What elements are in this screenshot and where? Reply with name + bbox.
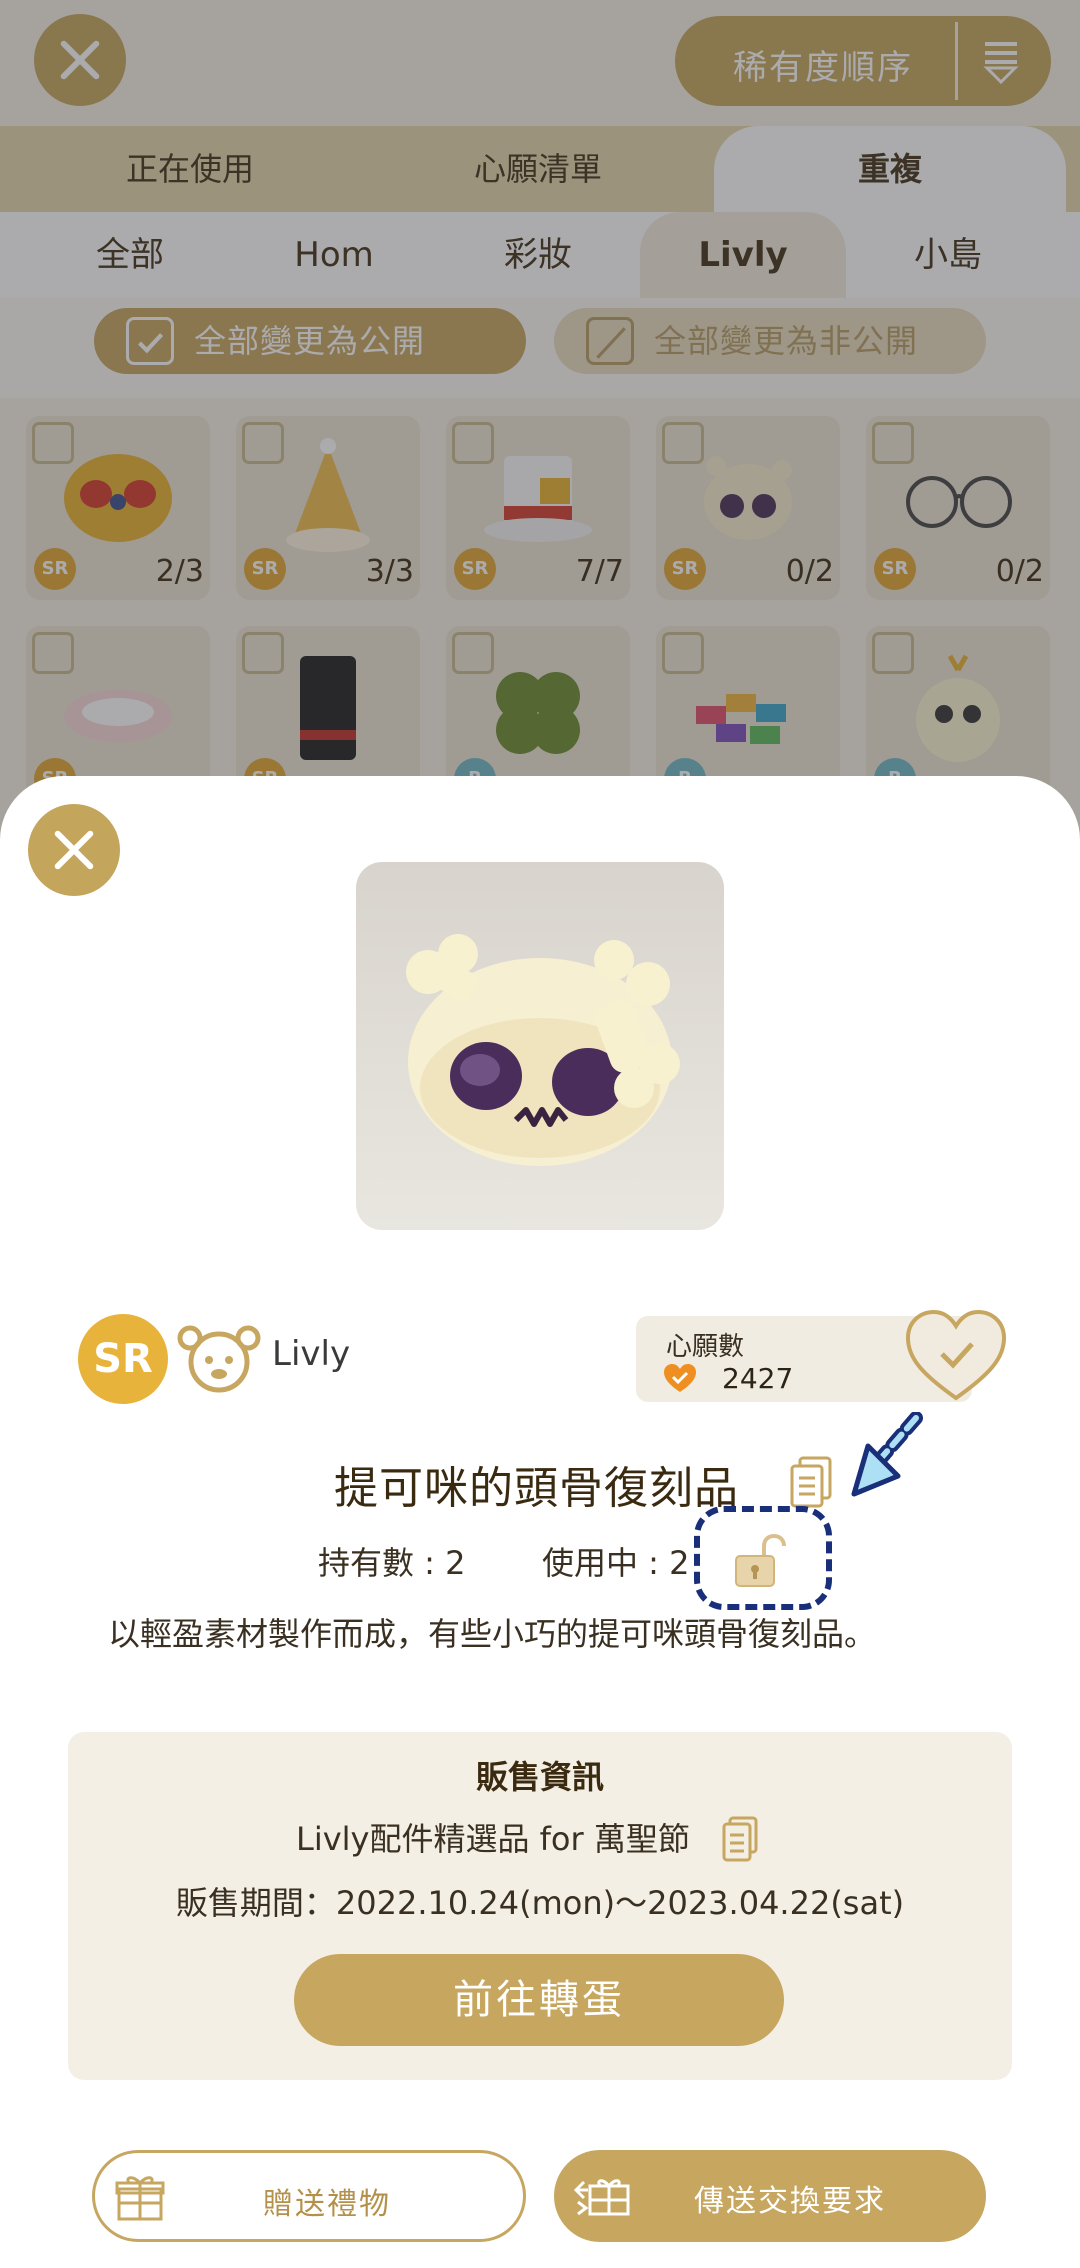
item-name: 提可咪的頭骨復刻品 <box>334 1463 739 1514</box>
item-image <box>356 862 724 1230</box>
unlock-icon[interactable] <box>730 1532 790 1592</box>
sheet-close-button[interactable] <box>28 804 120 896</box>
document-icon[interactable] <box>722 1816 758 1862</box>
sales-collection: Livly配件精選品 for 萬聖節 <box>296 1820 690 1858</box>
rarity-badge: SR <box>78 1314 168 1404</box>
heart-check-icon <box>664 1364 696 1392</box>
trade-label: 傳送交換要求 <box>694 2184 886 2219</box>
wishlist-label: 心願數 <box>666 1332 745 1362</box>
document-icon[interactable] <box>790 1456 832 1508</box>
livly-category-icon <box>177 1325 261 1393</box>
sales-period: 販售期間：2022.10.24(mon)～2023.04.22(sat) <box>175 1884 905 1922</box>
category-label: Livly <box>272 1334 351 1374</box>
wishlist-count: 2427 <box>722 1362 794 1395</box>
send-trade-request-button[interactable]: 傳送交換要求 <box>554 2150 986 2242</box>
gift-label: 贈送禮物 <box>263 2187 391 2222</box>
item-detail-sheet: SR Livly 心願數 2427 提可咪的頭骨復刻品 持有數 : 2 使用中 … <box>0 776 1080 2268</box>
send-gift-button[interactable]: 贈送禮物 <box>92 2150 526 2242</box>
in-use-count: 使用中 : 2 <box>542 1544 690 1582</box>
skull-icon <box>406 934 680 1166</box>
sales-heading: 販售資訊 <box>475 1758 604 1796</box>
pointer-arrow-icon <box>851 1412 923 1497</box>
item-description: 以輕盈素材製作而成，有些小巧的提可咪頭骨復刻品。 <box>108 1615 877 1653</box>
sales-info-panel: 販售資訊 Livly配件精選品 for 萬聖節 販售期間：2022.10.24(… <box>68 1732 1012 2080</box>
held-count: 持有數 : 2 <box>318 1544 466 1582</box>
wishlist-heart-button[interactable] <box>904 1308 1008 1404</box>
go-to-gacha-button[interactable]: 前往轉蛋 <box>294 1954 784 2046</box>
